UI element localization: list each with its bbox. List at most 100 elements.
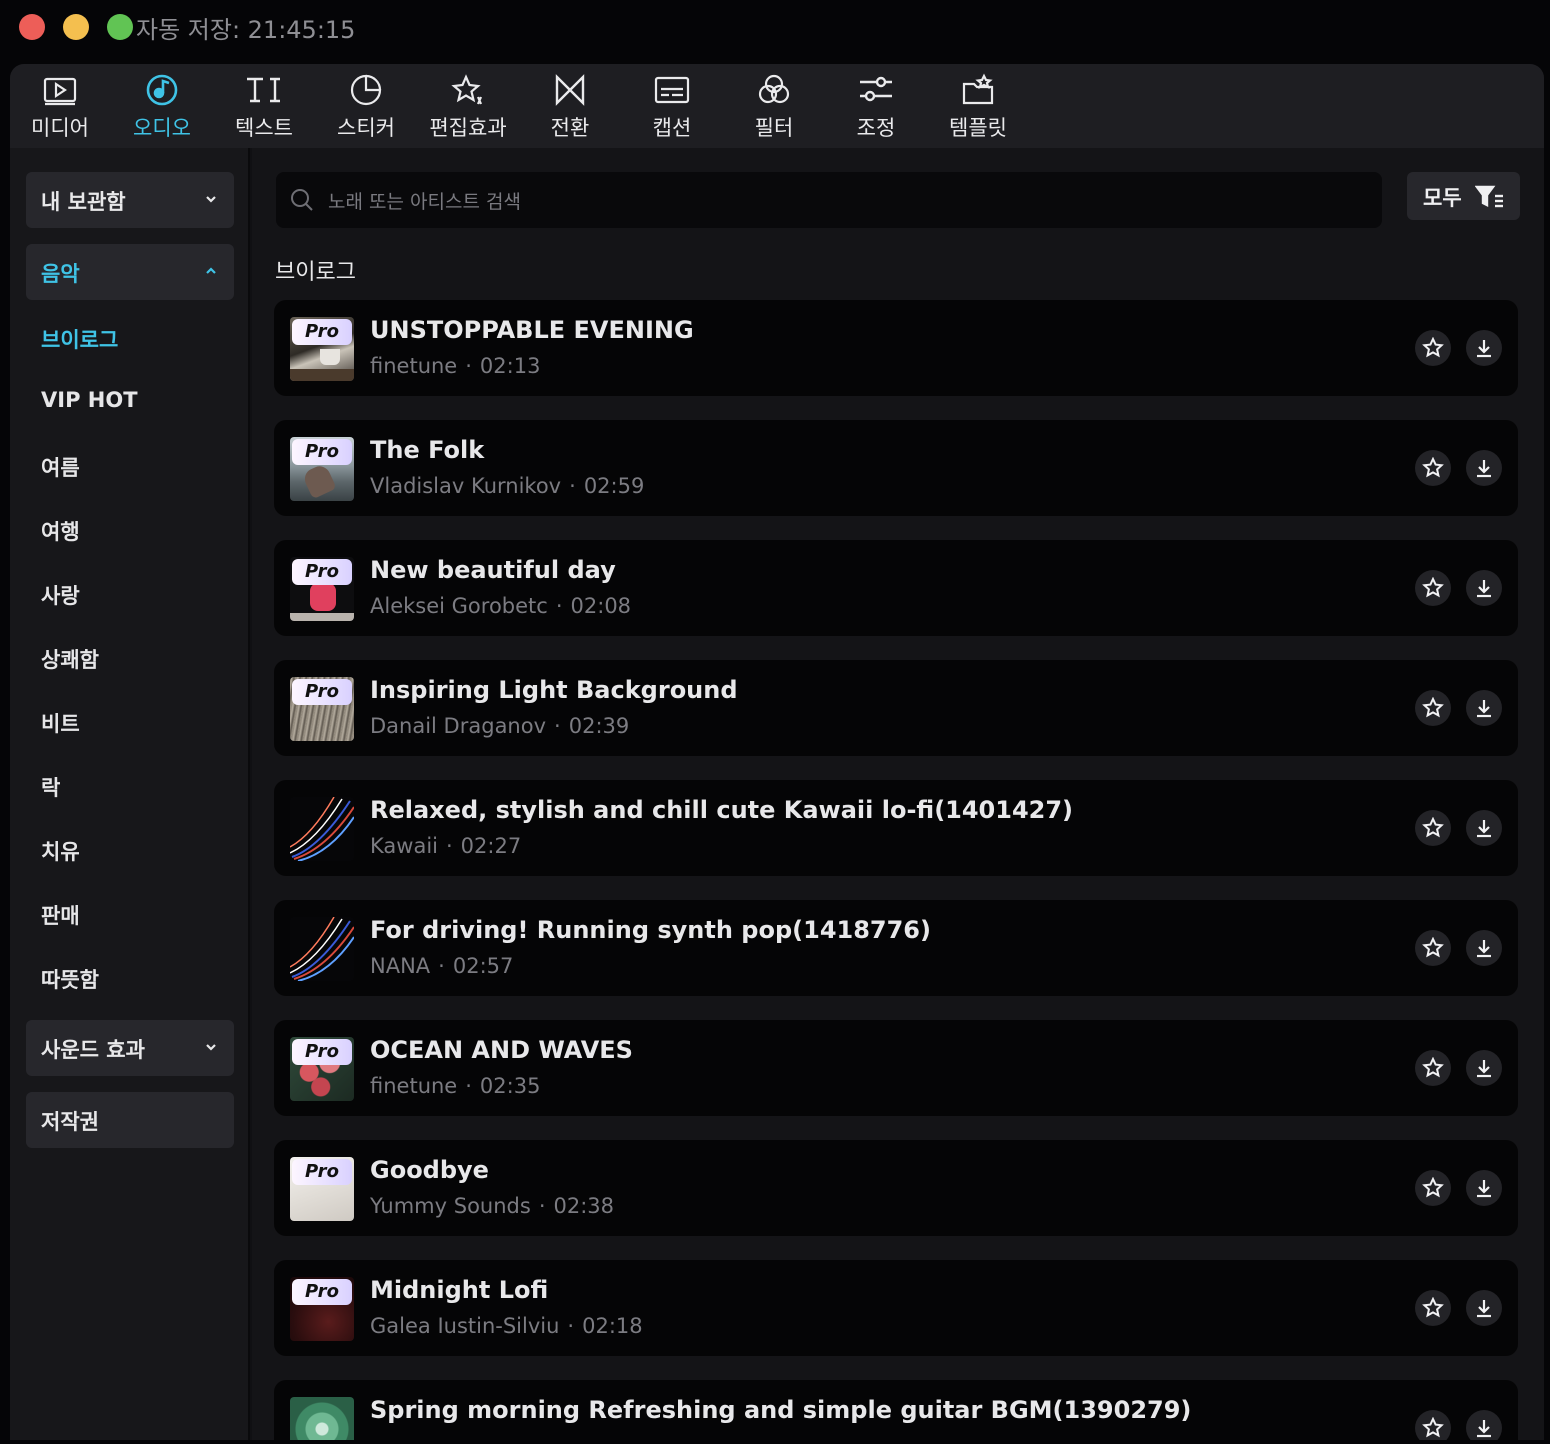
music-list-panel: 노래 또는 아티스트 검색 모두 브이로그 Pro UNSTOPPABLE EV…: [252, 148, 1544, 1440]
track-thumbnail: Pro: [290, 1277, 354, 1341]
download-button[interactable]: [1466, 1050, 1502, 1086]
download-button[interactable]: [1466, 690, 1502, 726]
text-ti-icon: [247, 77, 280, 103]
star-icon: [1422, 457, 1444, 478]
track-row[interactable]: Pro New beautiful day Aleksei Gorobetc · 0…: [274, 540, 1518, 636]
download-button[interactable]: [1466, 570, 1502, 606]
sidebar-item-healing[interactable]: 치유: [41, 836, 80, 866]
sidebar-item-sales[interactable]: 판매: [41, 900, 80, 930]
section-title: 브이로그: [275, 260, 356, 285]
favorite-button[interactable]: [1415, 330, 1451, 366]
tab-text[interactable]: 텍스트: [214, 72, 314, 142]
track-row[interactable]: Pro OCEAN AND WAVES finetune · 02:35: [274, 1020, 1518, 1116]
download-button[interactable]: [1466, 1290, 1502, 1326]
sidebar-item-summer[interactable]: 여름: [41, 452, 80, 482]
favorite-button[interactable]: [1415, 690, 1451, 726]
track-meta: finetune · 02:35: [370, 1074, 541, 1098]
my-library-dropdown[interactable]: 내 보관함: [26, 172, 234, 228]
tab-sticker[interactable]: 스티커: [316, 72, 416, 142]
download-button[interactable]: [1466, 330, 1502, 366]
chevron-down-icon: [206, 196, 216, 203]
track-meta: Kawaii · 02:27: [370, 834, 522, 858]
download-button[interactable]: [1466, 930, 1502, 966]
tab-effects[interactable]: 편집효과: [418, 72, 518, 142]
favorite-button[interactable]: [1415, 1410, 1451, 1440]
tab-adjust[interactable]: 조정: [826, 72, 926, 142]
track-row[interactable]: Pro The Folk Vladislav Kurnikov · 02:59: [274, 420, 1518, 516]
sparkle-star-icon: [451, 74, 483, 105]
copyright-item[interactable]: 저작권: [26, 1092, 234, 1148]
pro-badge: Pro: [292, 1039, 352, 1065]
favorite-button[interactable]: [1415, 1050, 1451, 1086]
track-title: Midnight Lofi: [370, 1276, 549, 1304]
download-button[interactable]: [1466, 1410, 1502, 1440]
favorite-button[interactable]: [1415, 810, 1451, 846]
filter-dropdown[interactable]: 모두: [1407, 172, 1520, 220]
sidebar-item-refreshing[interactable]: 상쾌함: [41, 644, 99, 674]
track-thumbnail: Pro: [290, 557, 354, 621]
track-title: The Folk: [370, 436, 485, 464]
search-icon: [291, 189, 313, 211]
track-row[interactable]: Pro Midnight Lofi Galea Iustin-Silviu · 02…: [274, 1260, 1518, 1356]
favorite-button[interactable]: [1415, 570, 1451, 606]
track-thumbnail: Pro: [290, 677, 354, 741]
track-title: Spring morning Refreshing and simple gui…: [370, 1396, 1192, 1424]
track-title: UNSTOPPABLE EVENING: [370, 316, 694, 344]
favorite-button[interactable]: [1415, 450, 1451, 486]
sound-effects-dropdown[interactable]: 사운드 효과: [26, 1020, 234, 1076]
track-row[interactable]: For driving! Running synth pop(1418776) …: [274, 900, 1518, 996]
sidebar-item-vip-hot[interactable]: VIP HOT: [41, 388, 138, 412]
pro-badge: Pro: [292, 1159, 352, 1185]
sidebar-item-beat[interactable]: 비트: [41, 708, 80, 738]
template-icon: [962, 73, 994, 105]
app-window: 미디어 오디오 텍스트 스티커 편집효과 전환 캡션 필터 조정 템플릿 내 보…: [10, 64, 1544, 1440]
track-row[interactable]: Spring morning Refreshing and simple gui…: [274, 1380, 1518, 1440]
track-title: OCEAN AND WAVES: [370, 1036, 633, 1064]
track-thumbnail: [290, 797, 354, 861]
download-icon: [1477, 1300, 1491, 1318]
track-row[interactable]: Pro Goodbye Yummy Sounds · 02:38: [274, 1140, 1518, 1236]
sidebar-item-rock[interactable]: 락: [41, 772, 60, 802]
favorite-button[interactable]: [1415, 930, 1451, 966]
star-icon: [1422, 937, 1444, 958]
track-row[interactable]: Relaxed, stylish and chill cute Kawaii l…: [274, 780, 1518, 876]
autosave-status: 자동 저장: 21:45:15: [136, 16, 356, 44]
tab-media[interactable]: 미디어: [10, 72, 110, 142]
music-note-icon: [146, 74, 178, 106]
sidebar-item-vlog[interactable]: 브이로그: [41, 324, 118, 354]
star-icon: [1422, 1057, 1444, 1078]
favorite-button[interactable]: [1415, 1170, 1451, 1206]
sidebar-item-love[interactable]: 사랑: [41, 580, 80, 610]
tab-filter[interactable]: 필터: [724, 72, 824, 142]
download-button[interactable]: [1466, 810, 1502, 846]
filter-funnel-icon: [1475, 185, 1503, 208]
track-thumbnail: Pro: [290, 437, 354, 501]
close-window-button[interactable]: [19, 14, 45, 40]
sidebar-item-travel[interactable]: 여행: [41, 516, 80, 546]
tab-caption[interactable]: 캡션: [622, 72, 722, 142]
light-trails-art: [290, 797, 354, 861]
minimize-window-button[interactable]: [63, 14, 89, 40]
tab-audio[interactable]: 오디오: [112, 72, 212, 142]
track-meta: finetune · 02:13: [370, 354, 541, 378]
track-title: For driving! Running synth pop(1418776): [370, 916, 931, 944]
track-meta: Aleksei Gorobetc · 02:08: [370, 594, 632, 618]
track-thumbnail: [290, 917, 354, 981]
favorite-button[interactable]: [1415, 1290, 1451, 1326]
tab-transition[interactable]: 전환: [520, 72, 620, 142]
track-row[interactable]: Pro Inspiring Light Background Danail Dr…: [274, 660, 1518, 756]
star-icon: [1422, 1417, 1444, 1438]
download-button[interactable]: [1466, 450, 1502, 486]
download-button[interactable]: [1466, 1170, 1502, 1206]
track-thumbnail: Pro: [290, 1157, 354, 1221]
music-dropdown[interactable]: 음악: [26, 244, 234, 300]
search-input[interactable]: 노래 또는 아티스트 검색: [276, 172, 1382, 228]
star-icon: [1422, 577, 1444, 598]
filter-circles-icon: [758, 74, 790, 104]
star-icon: [1422, 1297, 1444, 1318]
sidebar-item-warm[interactable]: 따뜻함: [41, 964, 99, 994]
light-trails-art: [290, 917, 354, 981]
track-row[interactable]: Pro UNSTOPPABLE EVENING finetune · 02:13: [274, 300, 1518, 396]
tab-template[interactable]: 템플릿: [928, 72, 1028, 142]
zoom-window-button[interactable]: [107, 14, 133, 40]
